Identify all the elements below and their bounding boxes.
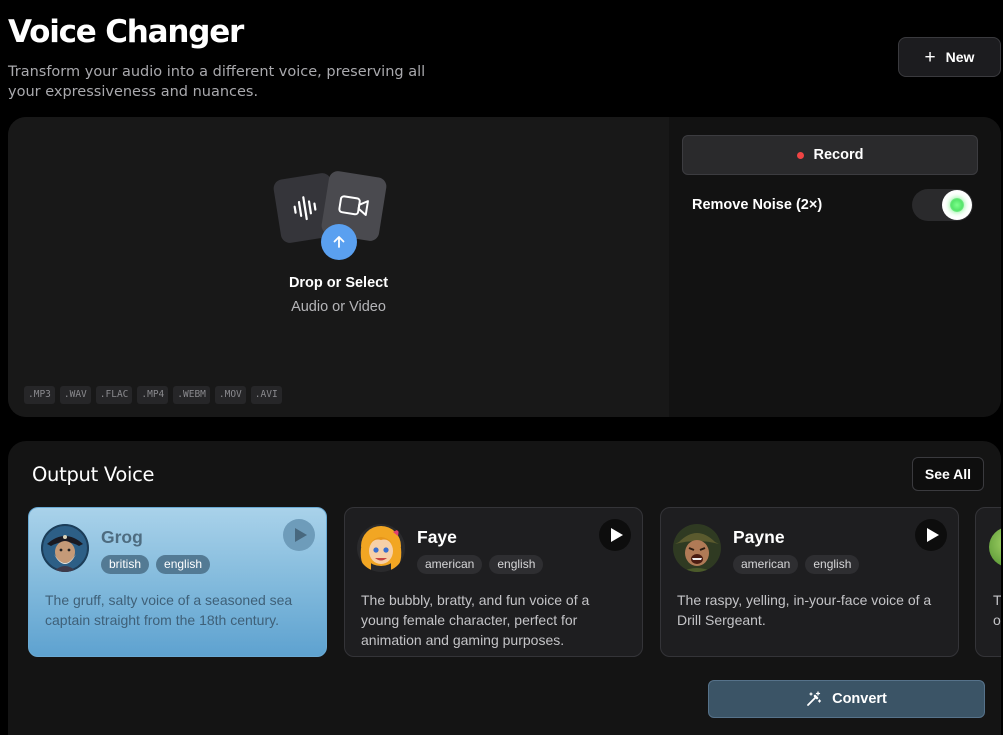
dropzone[interactable]: Drop or Select Audio or Video .MP3 .WAV …: [8, 117, 669, 417]
record-button[interactable]: Record: [682, 135, 978, 175]
voice-description: The gruff, salty voice of a seasoned sea…: [45, 592, 293, 628]
voice-name: Grog: [101, 527, 143, 547]
voice-tag: british: [101, 555, 150, 574]
output-voice-heading: Output Voice: [32, 463, 155, 486]
voice-description: The bubbly, bratty, and fun voice of a y…: [361, 592, 590, 648]
remove-noise-label: Remove Noise (2×): [692, 197, 823, 213]
voice-tags: american english: [733, 555, 860, 574]
plus-icon: +: [924, 46, 936, 68]
play-icon: [294, 528, 307, 542]
supported-formats: .MP3 .WAV .FLAC .MP4 .WEBM .MOV .AVI: [24, 386, 282, 404]
record-button-label: Record: [813, 147, 864, 163]
avatar: [989, 527, 1001, 567]
voice-tags: british english: [101, 555, 211, 574]
toggle-knob: [942, 190, 972, 220]
upload-panel: Drop or Select Audio or Video .MP3 .WAV …: [8, 117, 1001, 417]
play-icon: [926, 528, 939, 542]
recording-controls: Record Remove Noise (2×): [669, 117, 1001, 417]
voice-description: The raspy, yelling, in-your-face voice o…: [677, 592, 932, 628]
format-badge: .MOV: [214, 386, 246, 404]
voice-tag: american: [417, 555, 483, 574]
format-badge: .MP3: [24, 386, 55, 404]
convert-button-label: Convert: [832, 691, 887, 707]
remove-noise-toggle[interactable]: [912, 189, 973, 221]
voice-description: T o: [993, 592, 1001, 628]
voice-tag: american: [733, 555, 799, 574]
play-button[interactable]: [599, 519, 631, 551]
format-badge: .AVI: [250, 386, 282, 404]
play-icon: [610, 528, 623, 542]
voice-tag: english: [156, 555, 211, 574]
format-badge: .WEBM: [173, 386, 210, 404]
convert-button[interactable]: Convert: [708, 680, 985, 718]
magic-wand-icon: [807, 691, 822, 706]
drop-title: Drop or Select: [288, 275, 389, 291]
voice-card-payne[interactable]: Payne american english The raspy, yellin…: [660, 507, 959, 657]
record-dot-icon: [796, 151, 804, 159]
format-badge: .FLAC: [95, 386, 133, 404]
format-badge: .MP4: [137, 386, 169, 404]
page-title: Voice Changer: [8, 14, 244, 50]
play-button[interactable]: [283, 519, 315, 551]
new-button[interactable]: + New: [898, 37, 1001, 77]
voice-tag: english: [489, 555, 544, 574]
voice-tag: english: [805, 555, 860, 574]
play-button[interactable]: [915, 519, 947, 551]
voice-name: Payne: [733, 527, 785, 547]
page-subtitle: Transform your audio into a different vo…: [8, 64, 426, 100]
avatar: [357, 524, 405, 572]
format-badge: .WAV: [59, 386, 91, 404]
upload-arrow-icon: [321, 224, 357, 260]
avatar: [41, 524, 89, 572]
output-voice-panel: Output Voice See All Grog british englis…: [8, 441, 1001, 735]
avatar: [673, 524, 721, 572]
see-all-button[interactable]: See All: [912, 457, 984, 491]
voice-card-faye[interactable]: Faye american english The bubbly, bratty…: [344, 507, 643, 657]
drop-subtitle: Audio or Video: [291, 299, 386, 315]
new-button-label: New: [945, 49, 975, 65]
voice-name: Faye: [417, 527, 457, 547]
file-type-icons: [272, 169, 395, 262]
voice-card-partial[interactable]: T o: [975, 507, 1001, 657]
voice-card-grog[interactable]: Grog british english The gruff, salty vo…: [28, 507, 327, 657]
voice-tags: american english: [417, 555, 544, 574]
